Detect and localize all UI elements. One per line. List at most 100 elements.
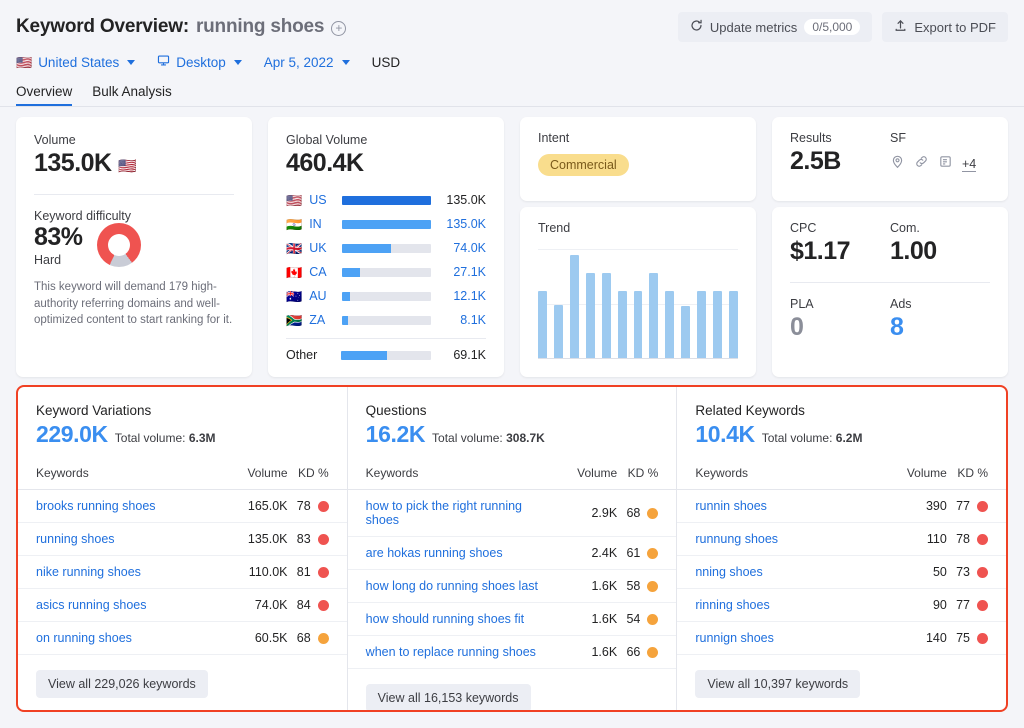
panel-kpi-value[interactable]: 229.0K <box>36 421 108 448</box>
map-pin-icon[interactable] <box>890 154 905 174</box>
country-volume-bar <box>342 315 431 325</box>
column-header-kd[interactable]: KD % <box>287 466 347 490</box>
country-volume-fill <box>342 291 351 301</box>
column-header-kd[interactable]: KD % <box>617 466 677 490</box>
keyword-link[interactable]: rinning shoes <box>677 588 868 622</box>
global-volume-row[interactable]: 🇿🇦 ZA 8.1K <box>286 308 486 332</box>
device-filter[interactable]: Desktop <box>157 54 242 70</box>
column-header-keywords[interactable]: Keywords <box>347 466 539 490</box>
export-to-pdf-button[interactable]: Export to PDF <box>882 12 1008 42</box>
plus-circle-icon[interactable]: + <box>331 20 347 36</box>
country-code: US <box>309 193 327 207</box>
keyword-link[interactable]: brooks running shoes <box>18 489 209 523</box>
keyword-link[interactable]: nning shoes <box>677 555 868 589</box>
table-row[interactable]: on running shoes 60.5K 68 <box>18 621 347 655</box>
update-metrics-count: 0/5,000 <box>804 19 861 35</box>
kd-value: 83 <box>296 532 311 546</box>
keyword-link[interactable]: how to pick the right running shoes <box>347 489 539 537</box>
table-row[interactable]: asics running shoes 74.0K 84 <box>18 588 347 622</box>
keyword-link[interactable]: asics running shoes <box>18 588 209 622</box>
view-all-keywords-button[interactable]: View all 10,397 keywords <box>695 670 861 698</box>
country-filter[interactable]: 🇺🇸 United States <box>16 55 136 70</box>
trend-chart <box>538 249 738 359</box>
view-all-keywords-button[interactable]: View all 16,153 keywords <box>365 684 531 710</box>
table-row[interactable]: are hokas running shoes 2.4K 61 <box>347 536 677 570</box>
table-row[interactable]: how long do running shoes last 1.6K 58 <box>347 569 677 603</box>
table-row[interactable]: nike running shoes 110.0K 81 <box>18 555 347 589</box>
link-icon[interactable] <box>914 154 929 174</box>
keyword-difficulty-value: 83% <box>34 223 83 251</box>
table-row[interactable]: nning shoes 50 73 <box>677 555 1006 589</box>
global-volume-row[interactable]: 🇨🇦 CA 27.1K <box>286 260 486 284</box>
keyword-link[interactable]: how should running shoes fit <box>347 602 539 636</box>
tab-bulk-analysis[interactable]: Bulk Analysis <box>92 84 172 106</box>
column-header-keywords[interactable]: Keywords <box>677 466 868 490</box>
ads-value[interactable]: 8 <box>890 313 990 342</box>
table-row[interactable]: runnung shoes 110 78 <box>677 522 1006 556</box>
intent-badge[interactable]: Commercial <box>538 154 629 176</box>
column-header-keywords[interactable]: Keywords <box>18 466 209 490</box>
table-row[interactable]: running shoes 135.0K 83 <box>18 522 347 556</box>
keyword-link[interactable]: runnin shoes <box>677 489 868 523</box>
tab-overview[interactable]: Overview <box>16 84 73 106</box>
table-row[interactable]: runnin shoes 390 77 <box>677 489 1006 523</box>
sf-more-link[interactable]: +4 <box>962 157 977 172</box>
global-volume-row[interactable]: 🇬🇧 UK 74.0K <box>286 236 486 260</box>
keyword-kd: 73 <box>946 555 1006 589</box>
keyword-volume: 1.6K <box>538 569 618 603</box>
keyword-kd: 81 <box>287 555 347 589</box>
keyword-link[interactable]: running shoes <box>18 522 209 556</box>
kd-value: 68 <box>296 631 311 645</box>
global-volume-row[interactable]: 🇦🇺 AU 12.1K <box>286 284 486 308</box>
kd-status-dot <box>317 566 329 578</box>
page-title-prefix: Keyword Overview: <box>16 16 189 37</box>
table-row[interactable]: when to replace running shoes 1.6K 66 <box>347 635 677 669</box>
country-volume-bar <box>342 291 431 301</box>
results-label: Results <box>790 131 832 145</box>
keyword-kd: 66 <box>617 635 677 669</box>
keyword-volume: 390 <box>867 489 947 523</box>
table-row[interactable]: brooks running shoes 165.0K 78 <box>18 489 347 523</box>
document-icon[interactable] <box>938 154 953 174</box>
keyword-link[interactable]: runnung shoes <box>677 522 868 556</box>
keyword-link[interactable]: nike running shoes <box>18 555 209 589</box>
keyword-link[interactable]: on running shoes <box>18 621 209 655</box>
keyword-kd: 77 <box>946 489 1006 523</box>
chevron-down-icon <box>127 59 136 65</box>
kd-status-dot <box>317 533 329 545</box>
update-metrics-button[interactable]: Update metrics 0/5,000 <box>677 12 873 42</box>
keyword-volume: 74.0K <box>208 588 288 622</box>
table-row[interactable]: runnign shoes 140 75 <box>677 621 1006 655</box>
title-row: Keyword Overview: running shoes + Update… <box>16 12 1008 42</box>
kd-value: 54 <box>626 612 641 626</box>
kd-status-dot <box>647 646 659 658</box>
column-header-volume[interactable]: Volume <box>538 466 618 490</box>
global-volume-row[interactable]: 🇺🇸 US 135.0K <box>286 188 486 212</box>
table-row[interactable]: rinning shoes 90 77 <box>677 588 1006 622</box>
column-header-volume[interactable]: Volume <box>867 466 947 490</box>
country-code: IN <box>309 217 322 231</box>
panel-kpi-value[interactable]: 16.2K <box>366 421 426 448</box>
table-row[interactable]: how to pick the right running shoes 2.9K 6… <box>347 489 677 537</box>
date-filter[interactable]: Apr 5, 2022 <box>264 55 350 70</box>
keyword-link[interactable]: when to replace running shoes <box>347 635 539 669</box>
panel-kpi-value[interactable]: 10.4K <box>695 421 755 448</box>
global-volume-card: Global Volume 460.4K 🇺🇸 US 135.0K 🇮🇳 IN 135.0… <box>268 117 504 377</box>
keyword-volume: 60.5K <box>208 621 288 655</box>
keyword-link[interactable]: runnign shoes <box>677 621 868 655</box>
results-card: Results 2.5B SF +4 <box>772 117 1008 201</box>
trend-bar <box>601 273 611 359</box>
ads-label: Ads <box>890 297 912 311</box>
column-header-kd[interactable]: KD % <box>946 466 1006 490</box>
column-header-volume[interactable]: Volume <box>208 466 288 490</box>
keyword-link[interactable]: how long do running shoes last <box>347 569 539 603</box>
keyword-kd: 77 <box>946 588 1006 622</box>
global-volume-label: Global Volume <box>286 133 368 147</box>
keyword-volume: 135.0K <box>208 522 288 556</box>
table-row[interactable]: how should running shoes fit 1.6K 54 <box>347 602 677 636</box>
keyword-link[interactable]: are hokas running shoes <box>347 536 539 570</box>
other-volume-fill <box>341 350 387 360</box>
global-volume-row[interactable]: 🇮🇳 IN 135.0K <box>286 212 486 236</box>
view-all-keywords-button[interactable]: View all 229,026 keywords <box>36 670 208 698</box>
trend-label: Trend <box>538 221 571 235</box>
